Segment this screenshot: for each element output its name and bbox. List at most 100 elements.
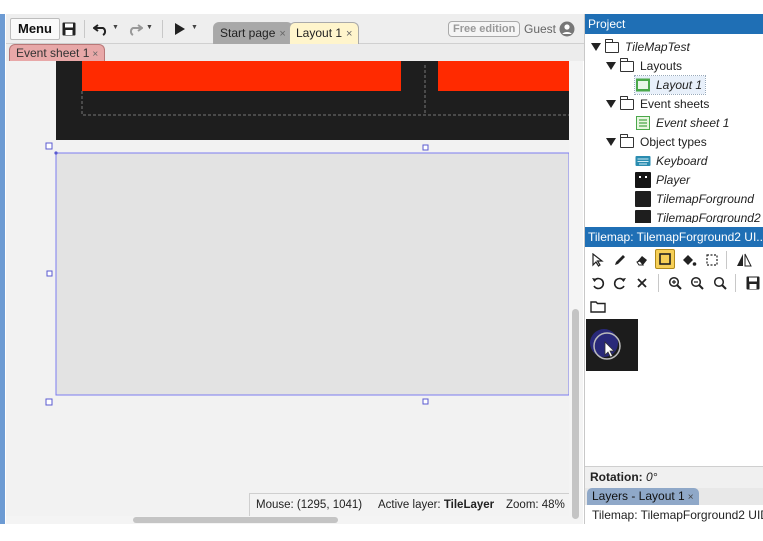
tree-label: Layouts: [640, 59, 683, 73]
tab-event-sheet-1[interactable]: Event sheet 1 ×: [9, 44, 106, 61]
mirror-tool-icon[interactable]: [734, 250, 754, 270]
tab-label: Layers - Layout 1: [592, 489, 685, 503]
bottom-tab-strip: Layers - Layout 1 ×: [585, 488, 763, 505]
tab-label: Start page: [220, 26, 276, 40]
redo-icon[interactable]: [126, 20, 144, 38]
layout-canvas[interactable]: [6, 61, 569, 516]
active-layer-label: Active layer:: [378, 499, 441, 511]
tilemap-toolbar: [585, 248, 763, 318]
tree-item-tilemapforground2[interactable]: TilemapForground2: [635, 209, 761, 223]
user-label[interactable]: Guest: [524, 22, 556, 36]
tree-item-tilemapforground[interactable]: TilemapForground: [635, 190, 754, 208]
tree-item-layouts[interactable]: Layouts: [606, 57, 682, 75]
redo-dropdown-icon[interactable]: ▼: [146, 24, 153, 31]
tree-item-player[interactable]: Player: [635, 171, 690, 189]
close-icon[interactable]: ×: [279, 28, 285, 40]
right-panels: Project TileMapTest Layouts Layout 1 Eve…: [584, 14, 763, 524]
clear-icon[interactable]: [632, 273, 652, 293]
edition-badge[interactable]: Free edition: [448, 21, 521, 37]
tileset-preview[interactable]: [586, 319, 638, 371]
project-panel-title: Project: [585, 14, 763, 34]
layout-view[interactable]: [6, 61, 569, 516]
toolbar-separator: [735, 274, 736, 292]
toolbar-separator: [162, 20, 163, 38]
undo-dropdown-icon[interactable]: ▼: [112, 24, 119, 31]
tree-item-object-types[interactable]: Object types: [606, 133, 707, 151]
flip-tool-icon[interactable]: [755, 250, 763, 270]
folder-icon: [619, 57, 634, 72]
play-icon[interactable]: [171, 20, 189, 38]
pointer-tool-icon[interactable]: [588, 250, 608, 270]
user-avatar-icon[interactable]: [559, 21, 575, 37]
rotate-cw-icon[interactable]: [610, 273, 630, 293]
tree-label: Object types: [640, 135, 707, 149]
rotation-label: Rotation:: [590, 470, 643, 484]
selection-tool-icon[interactable]: [702, 250, 722, 270]
selected-tilemap-object[interactable]: [55, 152, 569, 396]
tilemap-panel-title: Tilemap: TilemapForground2 UI...: [585, 227, 763, 247]
close-icon[interactable]: ×: [92, 49, 98, 60]
keyboard-icon: [635, 156, 651, 166]
save-icon[interactable]: [60, 20, 78, 38]
canvas-vertical-scrollbar[interactable]: [569, 61, 583, 524]
tree-label: Event sheet 1: [656, 116, 730, 130]
rotate-ccw-icon[interactable]: [588, 273, 608, 293]
tab-layers-layout-1[interactable]: Layers - Layout 1 ×: [587, 488, 699, 505]
toolbar-separator: [726, 251, 727, 269]
close-icon[interactable]: ×: [688, 492, 694, 503]
undo-icon[interactable]: [92, 20, 110, 38]
rotation-value: 0°: [646, 470, 658, 484]
tree-item-event-sheet-1[interactable]: Event sheet 1: [635, 114, 729, 132]
expand-icon[interactable]: [606, 100, 616, 108]
tree-item-event-sheets[interactable]: Event sheets: [606, 95, 709, 113]
fill-bucket-tool-icon[interactable]: [679, 250, 699, 270]
active-layer-value: TileLayer: [443, 499, 495, 511]
tile-red-right: [438, 61, 569, 91]
resize-handle[interactable]: [422, 144, 429, 151]
document-tab-strip: Event sheet 1 ×: [6, 44, 584, 61]
tree-item-layout-1[interactable]: Layout 1: [633, 75, 707, 95]
tree-label: Keyboard: [656, 154, 708, 168]
status-bar: Mouse: (1295, 1041) Active layer: TileLa…: [249, 493, 569, 516]
tab-label: Event sheet 1: [16, 46, 90, 60]
resize-handle[interactable]: [422, 398, 429, 405]
scrollbar-thumb[interactable]: [133, 517, 338, 523]
tile-red-left: [82, 61, 401, 91]
zoom-out-icon[interactable]: [687, 273, 707, 293]
project-tree: TileMapTest Layouts Layout 1 Event sheet…: [585, 35, 763, 223]
canvas-horizontal-scrollbar[interactable]: [6, 516, 569, 524]
scrollbar-thumb[interactable]: [572, 309, 579, 519]
zoom-in-icon[interactable]: [665, 273, 685, 293]
toolbar-separator: [84, 20, 85, 38]
active-layer: Active layer: TileLayer: [378, 494, 494, 516]
folder-icon: [619, 133, 634, 148]
left-edge-bar: [0, 14, 5, 524]
tree-label: Player: [656, 173, 691, 187]
resize-handle[interactable]: [45, 142, 53, 150]
tab-layout-1[interactable]: Layout 1 ×: [289, 22, 360, 44]
tab-start-page[interactable]: Start page ×: [213, 22, 293, 44]
tree-item-root[interactable]: TileMapTest: [591, 38, 690, 56]
close-icon[interactable]: ×: [346, 28, 352, 40]
expand-icon[interactable]: [606, 138, 616, 146]
pencil-tool-icon[interactable]: [610, 250, 630, 270]
resize-handle[interactable]: [45, 398, 53, 406]
play-dropdown-icon[interactable]: ▼: [191, 24, 198, 31]
zoom-reset-icon[interactable]: [710, 273, 730, 293]
save-icon[interactable]: [743, 273, 763, 293]
tree-label: TileMapTest: [625, 40, 690, 54]
open-folder-icon[interactable]: [588, 296, 608, 316]
folder-icon: [604, 38, 619, 53]
menu-button[interactable]: Menu: [10, 18, 60, 40]
eraser-tool-icon[interactable]: [632, 250, 652, 270]
expand-icon[interactable]: [591, 43, 601, 51]
toolbar-separator: [658, 274, 659, 292]
expand-icon[interactable]: [606, 62, 616, 70]
tree-item-keyboard[interactable]: Keyboard: [635, 152, 707, 170]
tree-label: TilemapForground: [656, 192, 754, 206]
resize-handle[interactable]: [46, 270, 53, 277]
player-sprite-icon: [635, 172, 651, 188]
rectangle-tool-icon[interactable]: [655, 249, 675, 269]
tilemap-icon: [635, 191, 651, 207]
zoom-level: Zoom: 48%: [506, 499, 565, 511]
